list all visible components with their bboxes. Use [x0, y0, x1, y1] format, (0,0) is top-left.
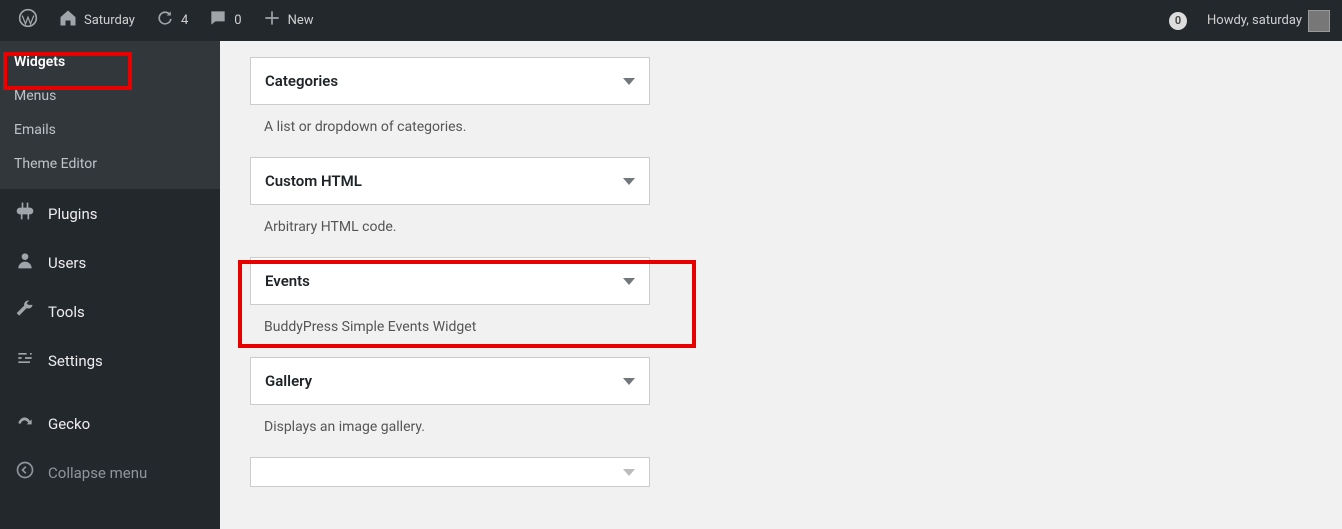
sidebar-item-label: Tools	[48, 303, 85, 321]
widget-gallery-desc: Displays an image gallery.	[250, 405, 650, 457]
admin-bar: Saturday 4 0 New 0 Howdy, saturday	[0, 0, 1342, 41]
sidebar-item-settings[interactable]: Settings	[0, 336, 220, 385]
sidebar-item-label: Theme Editor	[14, 156, 97, 172]
sidebar-item-emails[interactable]: Emails	[0, 113, 220, 147]
sidebar-item-label: Settings	[48, 352, 103, 370]
sidebar-item-label: Plugins	[48, 205, 97, 223]
appearance-submenu: Widgets Menus Emails Theme Editor	[0, 41, 220, 189]
widget-categories[interactable]: Categories	[250, 57, 650, 105]
widget-title: Events	[265, 272, 310, 290]
updates-count: 4	[181, 13, 188, 28]
account-link[interactable]: Howdy, saturday	[1197, 0, 1334, 41]
widget-events-desc: BuddyPress Simple Events Widget	[250, 305, 650, 357]
chevron-down-icon	[623, 178, 635, 185]
widget-events[interactable]: Events	[250, 257, 650, 305]
collapse-icon	[14, 460, 36, 485]
plus-icon	[262, 8, 282, 33]
widgets-page: Categories A list or dropdown of categor…	[220, 41, 1342, 529]
home-icon	[58, 8, 78, 33]
sidebar-item-label: Users	[48, 254, 86, 272]
updates-link[interactable]: 4	[145, 0, 198, 41]
chevron-down-icon	[623, 378, 635, 385]
wordpress-icon	[18, 8, 38, 33]
new-label: New	[288, 13, 314, 28]
chevron-down-icon	[623, 469, 635, 476]
chevron-down-icon	[623, 78, 635, 85]
comments-count: 0	[234, 13, 241, 28]
widget-title: Gallery	[265, 372, 312, 390]
avatar	[1308, 10, 1330, 32]
comments-link[interactable]: 0	[198, 0, 251, 41]
wrench-icon	[14, 299, 36, 324]
sidebar-item-label: Widgets	[14, 54, 65, 70]
sidebar-item-gecko[interactable]: Gecko	[0, 399, 220, 448]
greeting-text: Howdy, saturday	[1207, 13, 1302, 28]
widget-truncated[interactable]	[250, 457, 650, 487]
sidebar-item-widgets[interactable]: Widgets	[0, 45, 220, 79]
comment-icon	[208, 8, 228, 33]
sidebar-item-menus[interactable]: Menus	[0, 79, 220, 113]
site-name: Saturday	[84, 13, 135, 28]
chevron-down-icon	[623, 278, 635, 285]
widget-categories-desc: A list or dropdown of categories.	[250, 105, 650, 157]
widget-gallery[interactable]: Gallery	[250, 357, 650, 405]
widget-custom-html[interactable]: Custom HTML	[250, 157, 650, 205]
new-content-link[interactable]: New	[252, 0, 324, 41]
sidebar-item-label: Emails	[14, 122, 56, 138]
sidebar-item-tools[interactable]: Tools	[0, 287, 220, 336]
sidebar-item-label: Gecko	[48, 415, 90, 433]
widget-title: Categories	[265, 72, 338, 90]
plugin-icon	[14, 201, 36, 226]
sidebar-item-plugins[interactable]: Plugins	[0, 189, 220, 238]
admin-sidebar: Widgets Menus Emails Theme Editor Plugin…	[0, 41, 220, 529]
collapse-label: Collapse menu	[48, 464, 147, 482]
widget-custom-html-desc: Arbitrary HTML code.	[250, 205, 650, 257]
sidebar-item-label: Menus	[14, 88, 56, 104]
widget-title: Custom HTML	[265, 172, 362, 190]
user-icon	[14, 250, 36, 275]
refresh-icon	[155, 8, 175, 33]
sidebar-item-theme-editor[interactable]: Theme Editor	[0, 147, 220, 181]
notification-badge[interactable]: 0	[1169, 12, 1187, 30]
collapse-menu[interactable]: Collapse menu	[0, 448, 220, 497]
sidebar-item-users[interactable]: Users	[0, 238, 220, 287]
sliders-icon	[14, 348, 36, 373]
lizard-icon	[14, 411, 36, 436]
site-link[interactable]: Saturday	[48, 0, 145, 41]
wp-logo[interactable]	[8, 0, 48, 41]
